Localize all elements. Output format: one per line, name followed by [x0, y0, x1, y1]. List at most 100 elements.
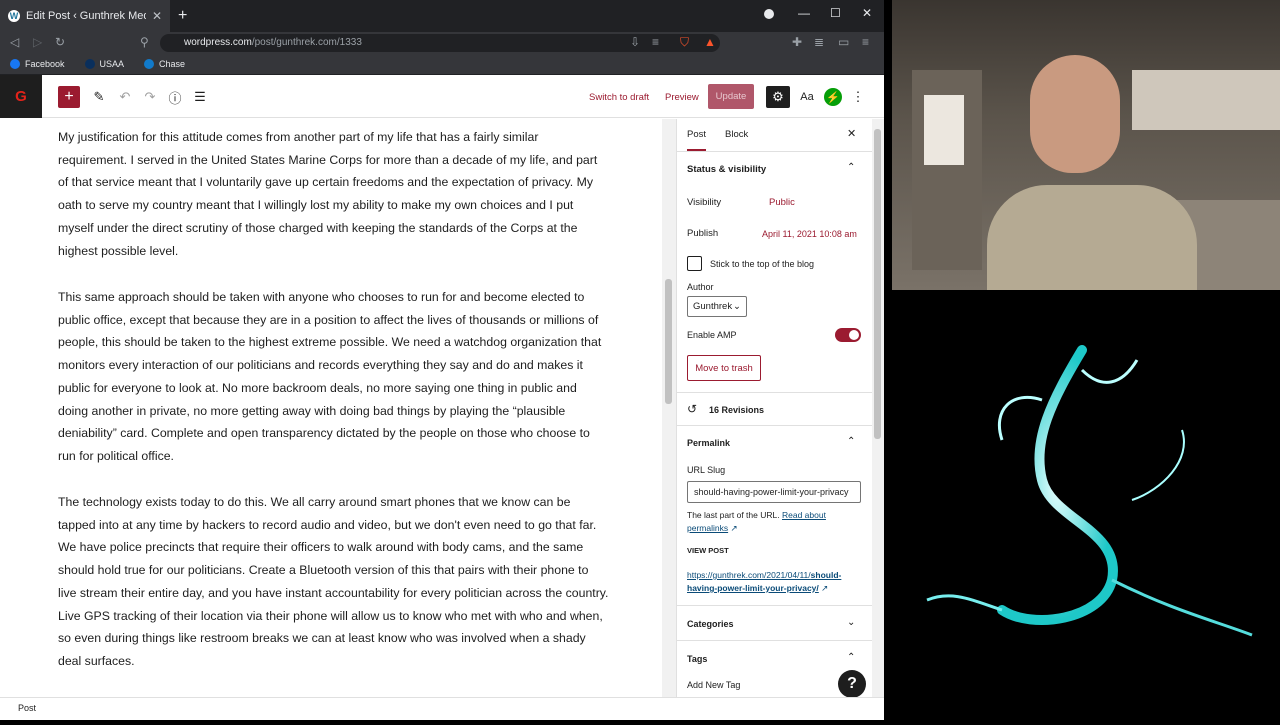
categories-title[interactable]: Categories: [687, 619, 734, 629]
settings-sidebar: Post Block ✕ Status & visibility ⌃ Visib…: [676, 119, 872, 697]
visibility-label: Visibility: [687, 197, 722, 208]
tab-post[interactable]: Post: [687, 129, 707, 151]
permalink-title[interactable]: Permalink: [687, 438, 730, 448]
browser-window: W Edit Post ‹ Gunthrek Media — W ✕ + — ☐…: [0, 0, 884, 720]
chevron-up-icon[interactable]: ⌃: [847, 436, 855, 447]
post-content[interactable]: My justification for this attitude comes…: [0, 119, 662, 697]
site-icon[interactable]: G: [0, 75, 42, 118]
forward-icon[interactable]: ▷: [33, 35, 42, 49]
author-value: Gunthrek: [693, 301, 733, 312]
bookmark-label: Facebook: [25, 59, 65, 69]
scrollbar-thumb[interactable]: [665, 279, 672, 404]
divider: [677, 640, 872, 641]
chevron-up-icon[interactable]: ⌃: [847, 162, 855, 173]
divider: [677, 425, 872, 426]
url-path: /post/gunthrek.com/1333: [251, 37, 362, 48]
minimize-icon[interactable]: —: [798, 6, 810, 20]
reader-icon[interactable]: ≡: [652, 35, 659, 49]
reload-icon[interactable]: ↻: [55, 35, 65, 49]
chevron-up-icon[interactable]: ⌃: [847, 652, 855, 663]
brave-rewards-icon[interactable]: ▲: [704, 35, 716, 49]
external-link-icon: ↗: [730, 523, 738, 533]
slug-help: The last part of the URL. Read about per…: [687, 509, 863, 535]
person-head: [1030, 55, 1120, 173]
paragraph-block[interactable]: The technology exists today to do this. …: [58, 491, 610, 673]
sticky-checkbox[interactable]: [687, 256, 702, 271]
wallet-icon[interactable]: ▭: [838, 35, 849, 49]
switch-to-draft-button[interactable]: Switch to draft: [589, 92, 649, 103]
tools-pencil-icon[interactable]: ✎: [90, 86, 108, 108]
cabinets: [1132, 70, 1280, 130]
list-view-icon[interactable]: ☰: [191, 86, 209, 108]
post-url-base[interactable]: https://gunthrek.com/2021/04/11/: [687, 570, 811, 580]
status-visibility-title[interactable]: Status & visibility: [687, 164, 766, 175]
update-button[interactable]: Update: [708, 84, 754, 109]
move-to-trash-button[interactable]: Move to trash: [687, 355, 761, 381]
maximize-icon[interactable]: ☐: [830, 6, 841, 20]
revisions-link[interactable]: 16 Revisions: [709, 405, 764, 415]
settings-gear-icon[interactable]: ⚙: [766, 86, 790, 108]
view-post-link[interactable]: https://gunthrek.com/2021/04/11/should-h…: [687, 569, 863, 595]
bookmark-chase[interactable]: Chase: [144, 59, 185, 69]
bookmark-label: USAA: [99, 59, 125, 69]
amp-label: Enable AMP: [687, 330, 737, 340]
sticky-label: Stick to the top of the blog: [710, 259, 815, 269]
author-select[interactable]: Gunthrek ⌄: [687, 296, 747, 317]
person-body: [987, 185, 1197, 290]
install-icon[interactable]: ⇩: [630, 35, 640, 49]
block-breadcrumb[interactable]: Post: [0, 697, 884, 720]
profile-icon[interactable]: [764, 9, 774, 19]
facebook-icon: [10, 59, 20, 69]
sidebar-scrollbar[interactable]: [872, 119, 884, 697]
divider: [677, 605, 872, 606]
new-tab-icon[interactable]: +: [178, 7, 187, 25]
chevron-down-icon[interactable]: ⌄: [847, 617, 855, 628]
back-icon[interactable]: ◁: [10, 35, 19, 49]
menu-icon[interactable]: ≡: [862, 35, 869, 49]
publish-date[interactable]: April 11, 2021 10:08 am: [762, 229, 857, 239]
webcam-video: [892, 0, 1280, 290]
undo-icon[interactable]: ↶: [116, 86, 134, 108]
author-label: Author: [687, 282, 714, 292]
details-info-icon[interactable]: ⓘ: [166, 86, 184, 108]
media-icon[interactable]: ≣: [814, 35, 824, 49]
tags-title[interactable]: Tags: [687, 654, 707, 664]
editor-scrollbar[interactable]: [662, 119, 676, 697]
slug-help-text: The last part of the URL.: [687, 510, 780, 520]
brave-shield-icon[interactable]: ⛉: [680, 35, 689, 50]
add-block-button[interactable]: +: [58, 86, 80, 108]
dragon-logo-video: [892, 290, 1280, 720]
url-slug-label: URL Slug: [687, 465, 726, 475]
jetpack-icon[interactable]: ⚡: [824, 88, 842, 106]
browser-toolbar: ◁ ▷ ↻ ⚲ wordpress.com/post/gunthrek.com/…: [0, 32, 884, 54]
extensions-icon[interactable]: ✚: [792, 35, 802, 49]
url-slug-input[interactable]: should-having-power-limit-your-privacy: [687, 481, 861, 503]
more-options-icon[interactable]: ⋮: [852, 86, 865, 108]
url-host: wordpress.com: [184, 37, 252, 48]
chase-icon: [144, 59, 155, 69]
bookmarks-bar: Facebook USAA Chase: [0, 54, 884, 75]
add-tag-label: Add New Tag: [687, 680, 741, 690]
bookmark-facebook[interactable]: Facebook: [10, 59, 65, 69]
close-tab-icon[interactable]: ✕: [152, 9, 162, 23]
help-icon[interactable]: ?: [838, 670, 866, 698]
paragraph-block[interactable]: My justification for this attitude comes…: [58, 126, 610, 262]
bookmark-usaa[interactable]: USAA: [84, 59, 125, 69]
bookmark-icon[interactable]: ⚲: [140, 35, 149, 49]
close-window-icon[interactable]: ✕: [862, 6, 872, 20]
amp-toggle[interactable]: [835, 328, 861, 342]
external-link-icon: ↗: [821, 583, 829, 593]
paragraph-block[interactable]: This same approach should be taken with …: [58, 286, 610, 468]
close-sidebar-icon[interactable]: ✕: [847, 127, 856, 140]
scrollbar-thumb[interactable]: [874, 129, 881, 439]
preview-button[interactable]: Preview: [665, 92, 699, 103]
redo-icon[interactable]: ↷: [141, 86, 159, 108]
typography-button[interactable]: Aa: [797, 86, 817, 108]
browser-tab[interactable]: W Edit Post ‹ Gunthrek Media — W ✕: [0, 0, 170, 32]
dragon-logo-icon: [926, 345, 1253, 637]
tab-title: Edit Post ‹ Gunthrek Media — W: [26, 10, 146, 22]
visibility-value[interactable]: Public: [769, 197, 795, 208]
tab-block[interactable]: Block: [725, 129, 748, 140]
view-post-label: VIEW POST: [687, 546, 729, 555]
chevron-down-icon: ⌄: [733, 301, 741, 312]
